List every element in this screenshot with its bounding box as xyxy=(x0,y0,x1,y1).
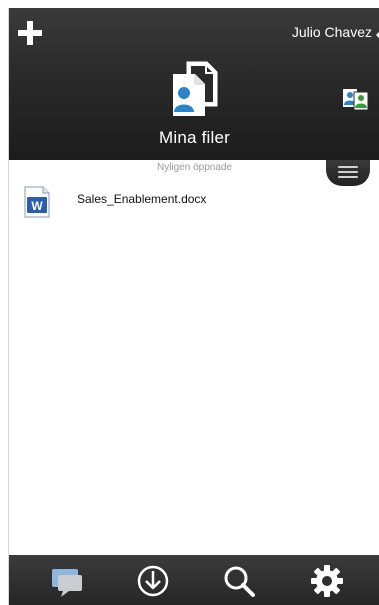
app-header: Julio Chavez Mina filer xyxy=(9,8,379,160)
list-item[interactable]: W Sales_Enablement.docx xyxy=(9,186,379,220)
download-icon[interactable] xyxy=(135,563,171,599)
page-title: Mina filer xyxy=(159,128,230,147)
bottom-toolbar xyxy=(9,555,379,605)
my-files-icon xyxy=(173,61,218,116)
search-icon[interactable] xyxy=(221,563,257,599)
shared-files-icon[interactable] xyxy=(340,84,370,114)
menu-icon xyxy=(338,166,358,168)
phone-screen: Julio Chavez Mina filer Nyligen öppnade xyxy=(8,8,379,605)
chat-icon[interactable] xyxy=(49,563,85,599)
word-document-icon: W xyxy=(24,186,50,218)
svg-text:W: W xyxy=(31,199,43,213)
file-name: Sales_Enablement.docx xyxy=(77,192,207,206)
user-name[interactable]: Julio Chavez xyxy=(292,24,372,40)
add-icon[interactable] xyxy=(17,20,43,46)
list-menu-button[interactable] xyxy=(326,160,370,186)
settings-gear-icon[interactable] xyxy=(309,563,345,599)
recently-opened-label: Nyligen öppnade xyxy=(156,162,233,173)
